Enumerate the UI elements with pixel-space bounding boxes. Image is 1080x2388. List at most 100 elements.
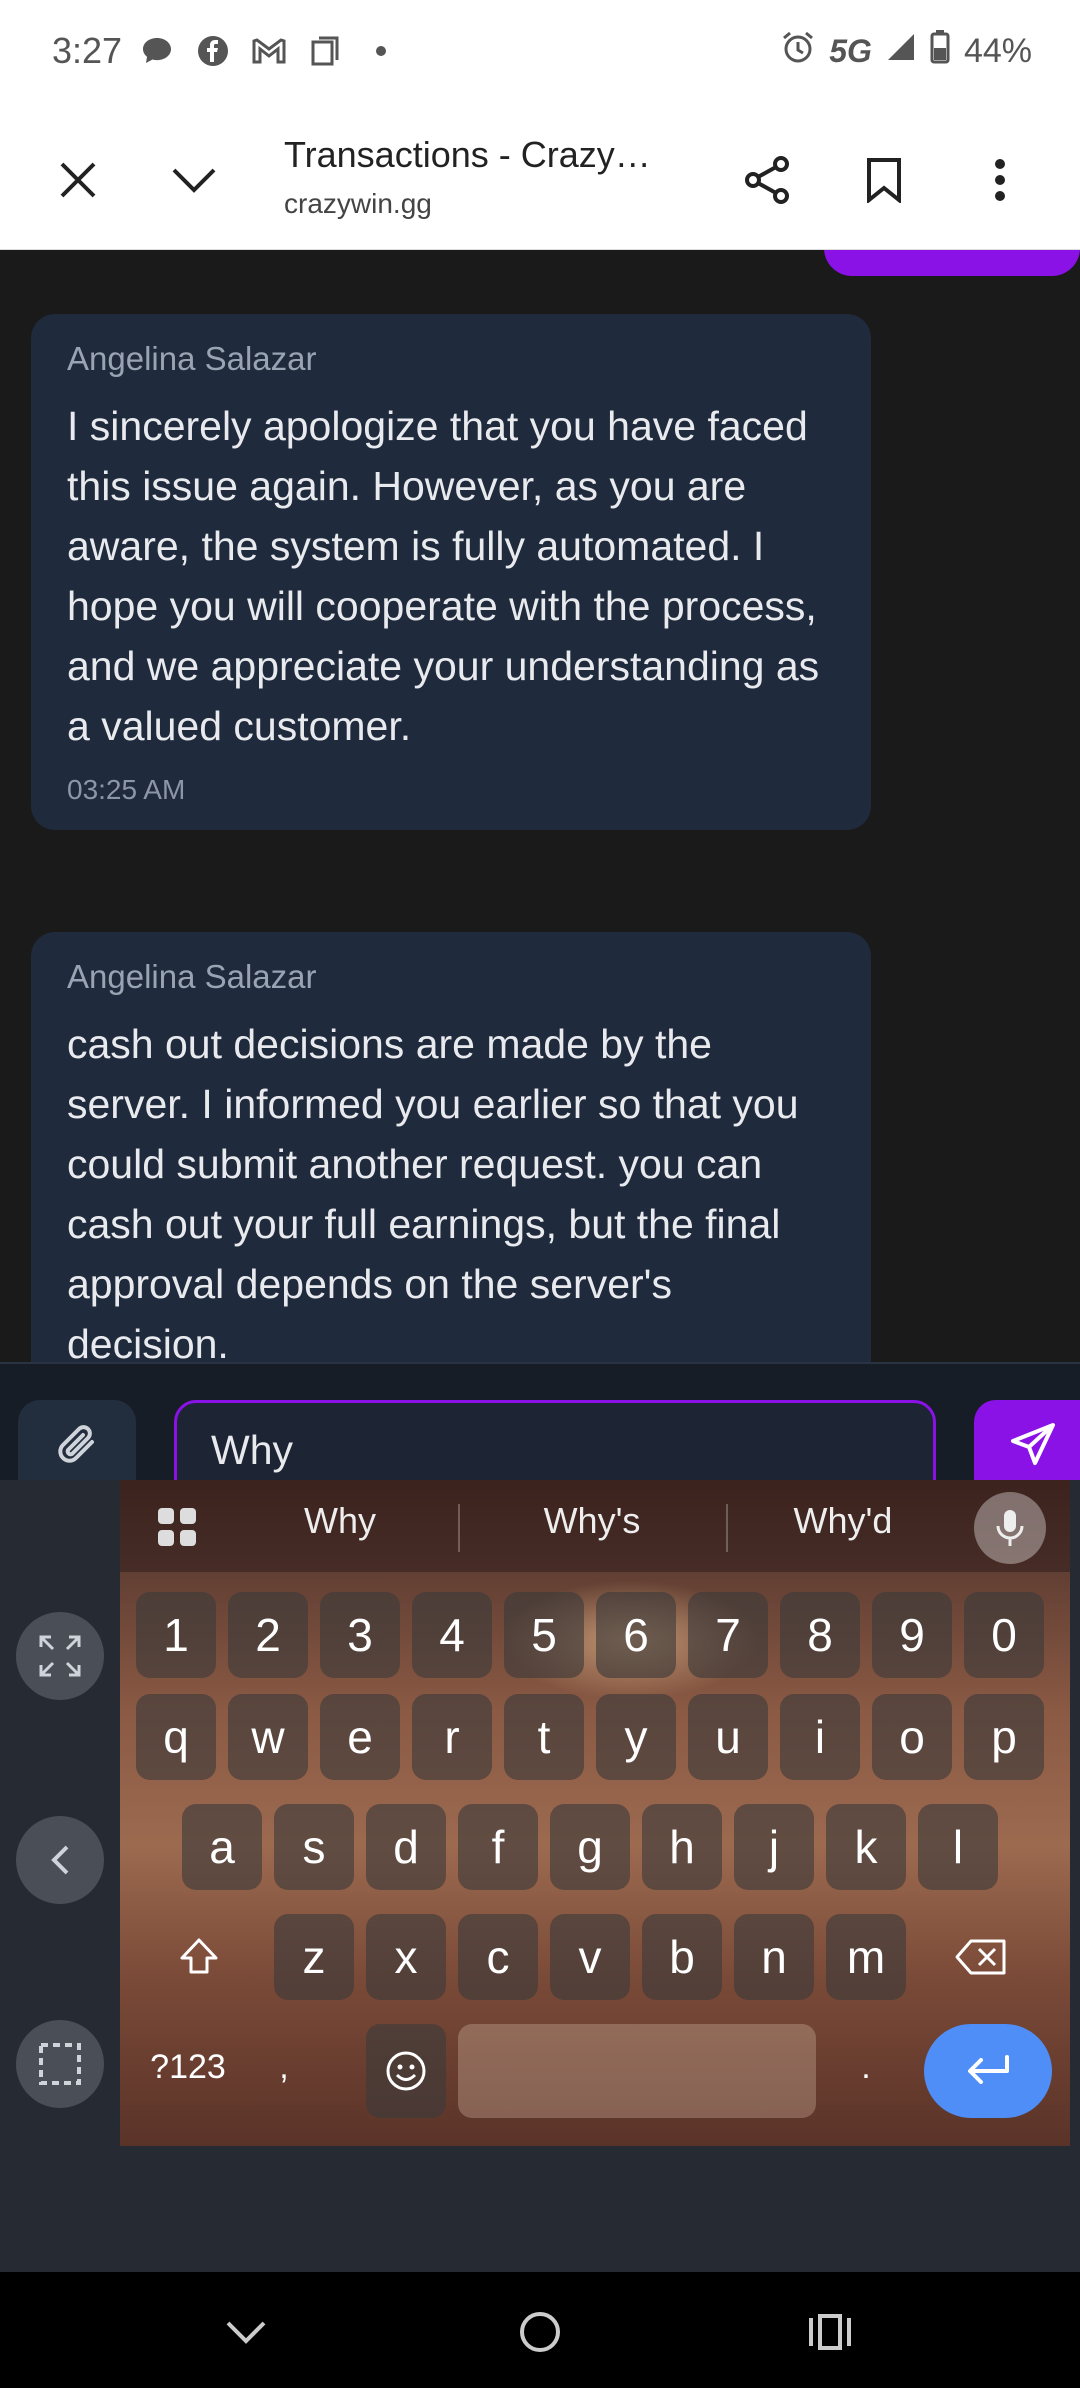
- message-bubble: Angelina Salazar I sincerely apologize t…: [31, 314, 871, 830]
- key[interactable]: 9: [872, 1592, 952, 1678]
- chat-area[interactable]: Angelina Salazar I sincerely apologize t…: [0, 250, 1080, 1362]
- message-composer: [0, 1362, 1080, 1480]
- paperclip-icon: [58, 1425, 94, 1463]
- key[interactable]: r: [412, 1694, 492, 1780]
- emoji-icon: [386, 2051, 426, 2091]
- select-area-button[interactable]: [16, 2020, 104, 2108]
- key[interactable]: h: [642, 1804, 722, 1890]
- message-sender: Angelina Salazar: [67, 958, 317, 995]
- expand-icon: [39, 1635, 81, 1677]
- chevron-left-icon: [51, 1845, 69, 1875]
- key[interactable]: g: [550, 1804, 630, 1890]
- suggestion-item[interactable]: Why's: [477, 1500, 707, 1542]
- message-sender: Angelina Salazar: [67, 340, 317, 377]
- message-input[interactable]: [174, 1400, 936, 1480]
- key[interactable]: j: [734, 1804, 814, 1890]
- message-text: cash out decisions are made by the serve…: [67, 1021, 799, 1362]
- key[interactable]: i: [780, 1694, 860, 1780]
- key[interactable]: z: [274, 1914, 354, 2000]
- more-options-button[interactable]: [964, 144, 1036, 216]
- keyboard-back-button[interactable]: [16, 1816, 104, 1904]
- key[interactable]: k: [826, 1804, 906, 1890]
- message-text: I sincerely apologize that you have face…: [67, 403, 820, 749]
- key[interactable]: m: [826, 1914, 906, 2000]
- key[interactable]: q: [136, 1694, 216, 1780]
- key[interactable]: 8: [780, 1592, 860, 1678]
- nav-recents-button[interactable]: [798, 2300, 862, 2364]
- key[interactable]: b: [642, 1914, 722, 2000]
- notification-icons: [140, 34, 398, 68]
- bookmark-button[interactable]: [848, 144, 920, 216]
- key[interactable]: 5: [504, 1592, 584, 1678]
- page-title: Transactions - Crazy…: [284, 134, 651, 175]
- nav-home-button[interactable]: [508, 2300, 572, 2364]
- close-tab-button[interactable]: [42, 144, 114, 216]
- message-time: 03:25 AM: [67, 774, 186, 805]
- period-key[interactable]: .: [826, 2024, 906, 2110]
- key[interactable]: n: [734, 1914, 814, 2000]
- expand-keyboard-button[interactable]: [16, 1612, 104, 1700]
- key[interactable]: 7: [688, 1592, 768, 1678]
- key[interactable]: 6: [596, 1592, 676, 1678]
- chat-bubble-icon: [140, 34, 174, 68]
- key[interactable]: f: [458, 1804, 538, 1890]
- network-type: 5G: [829, 33, 872, 69]
- key[interactable]: o: [872, 1694, 952, 1780]
- emoji-key[interactable]: [366, 2024, 446, 2118]
- browser-toolbar: Transactions - Crazy… crazywin.gg: [0, 110, 1080, 250]
- key[interactable]: 3: [320, 1592, 400, 1678]
- suggestion-item[interactable]: Why'd: [728, 1500, 958, 1542]
- battery-icon: [930, 30, 950, 73]
- key[interactable]: e: [320, 1694, 400, 1780]
- key[interactable]: t: [504, 1694, 584, 1780]
- share-button[interactable]: [732, 144, 804, 216]
- selection-icon: [39, 2043, 81, 2085]
- suggestion-item[interactable]: Why: [225, 1500, 455, 1542]
- recents-icon: [809, 2314, 851, 2350]
- minimize-button[interactable]: [158, 144, 230, 216]
- key[interactable]: l: [918, 1804, 998, 1890]
- keyboard-area: Why Why's Why'd 1 2 3 4 5 6 7 8 9 0 q w …: [0, 1480, 1080, 2272]
- key[interactable]: a: [182, 1804, 262, 1890]
- symbols-key[interactable]: ?123: [136, 2024, 240, 2110]
- dot-icon: [364, 34, 398, 68]
- battery-percent: 44%: [963, 32, 1032, 70]
- key[interactable]: y: [596, 1694, 676, 1780]
- page-url: crazywin.gg: [284, 188, 432, 219]
- copy-icon: [308, 34, 342, 68]
- key[interactable]: s: [274, 1804, 354, 1890]
- key[interactable]: v: [550, 1914, 630, 2000]
- enter-key[interactable]: [924, 2024, 1052, 2118]
- soft-keyboard: Why Why's Why'd 1 2 3 4 5 6 7 8 9 0 q w …: [120, 1480, 1070, 2146]
- backspace-icon: [955, 1939, 1006, 1975]
- key[interactable]: c: [458, 1914, 538, 2000]
- key[interactable]: u: [688, 1694, 768, 1780]
- key[interactable]: 2: [228, 1592, 308, 1678]
- more-vert-icon: [995, 159, 1005, 201]
- share-icon: [745, 156, 789, 204]
- send-icon: [1011, 1423, 1055, 1465]
- chevron-down-icon: [226, 2321, 266, 2344]
- space-key[interactable]: [458, 2024, 816, 2118]
- message-bubble: Angelina Salazar cash out decisions are …: [31, 932, 871, 1362]
- key[interactable]: w: [228, 1694, 308, 1780]
- status-bar: 3:27 5G 44%: [0, 0, 1080, 110]
- key[interactable]: d: [366, 1804, 446, 1890]
- key[interactable]: 1: [136, 1592, 216, 1678]
- key[interactable]: 0: [964, 1592, 1044, 1678]
- comma-key[interactable]: ,: [244, 2024, 324, 2110]
- backspace-key[interactable]: [918, 1914, 1044, 2000]
- enter-icon: [968, 2055, 1009, 2084]
- voice-input-button[interactable]: [974, 1492, 1046, 1564]
- home-circle-icon: [520, 2312, 560, 2352]
- status-right: 5G 44%: [781, 30, 1032, 73]
- nav-hide-keyboard-button[interactable]: [214, 2300, 278, 2364]
- attach-button[interactable]: [18, 1400, 136, 1480]
- key[interactable]: 4: [412, 1592, 492, 1678]
- shift-key[interactable]: [136, 1914, 262, 2000]
- key[interactable]: x: [366, 1914, 446, 2000]
- key[interactable]: p: [964, 1694, 1044, 1780]
- send-button[interactable]: [974, 1400, 1080, 1480]
- microphone-icon: [996, 1510, 1024, 1546]
- apps-grid-icon[interactable]: [156, 1506, 198, 1553]
